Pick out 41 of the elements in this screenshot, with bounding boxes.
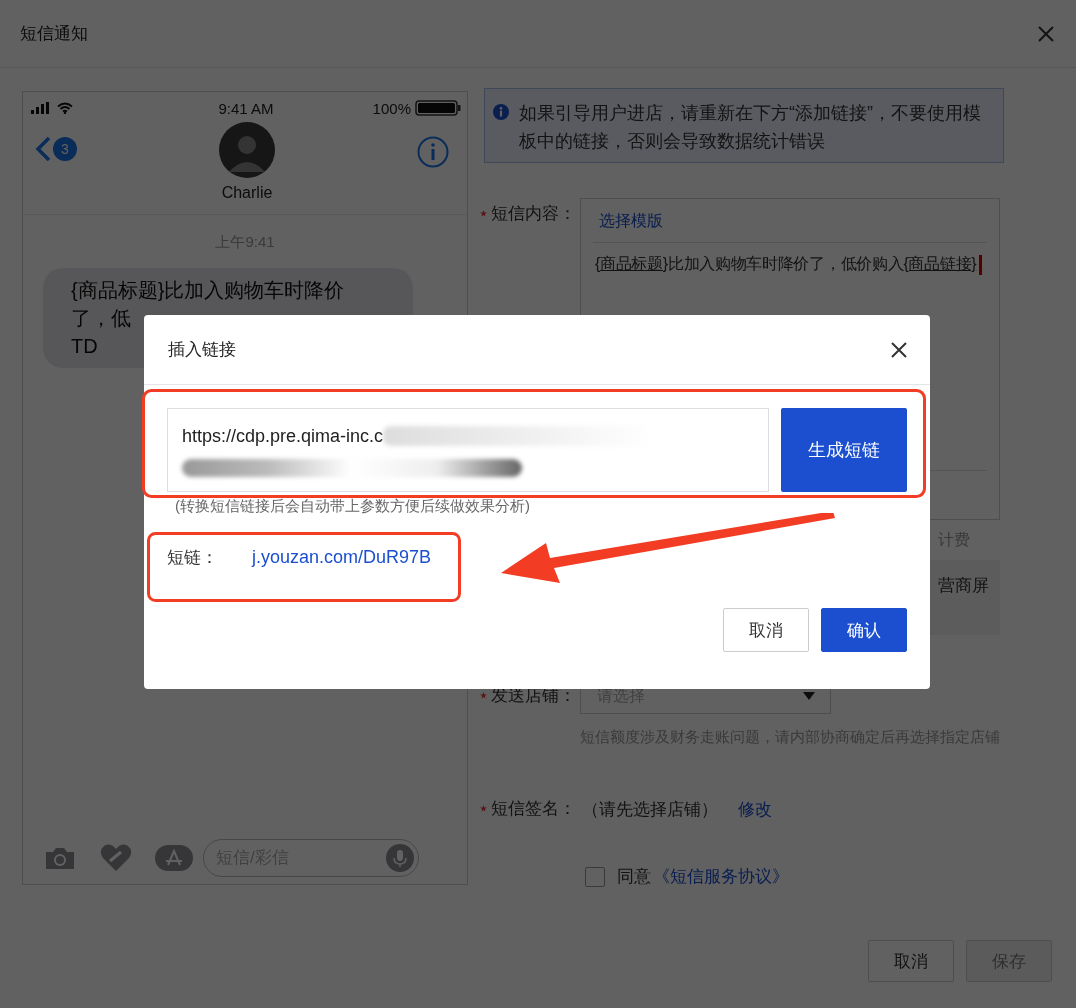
back-icon[interactable] bbox=[35, 136, 51, 162]
info-icon[interactable] bbox=[417, 136, 449, 168]
agreement-link[interactable]: 《短信服务协议》 bbox=[653, 865, 789, 888]
checkbox[interactable] bbox=[585, 866, 605, 887]
status-time: 9:41 AM bbox=[218, 99, 274, 117]
url-field[interactable]: https://cdp.pre.qima-inc.c bbox=[167, 408, 769, 492]
field-label: 短链： bbox=[167, 547, 218, 569]
agreement-label: 同意 bbox=[617, 866, 651, 888]
generate-button[interactable]: 生成短链 bbox=[781, 408, 907, 492]
message-text: {商品标题}比加入购物车时降价了，低价购入{商品链接} bbox=[593, 243, 987, 278]
notice-text: 如果引导用户进店，请重新在下方“添加链接”，不要使用模板中的链接，否则会导致数据统计错误 bbox=[519, 102, 982, 153]
template-link[interactable]: 选择模版 bbox=[593, 199, 987, 243]
field-label: 短信签名： bbox=[491, 798, 576, 820]
unread-count: 3 bbox=[53, 137, 77, 161]
info-icon bbox=[493, 104, 509, 120]
camera-icon[interactable] bbox=[43, 845, 77, 871]
message-line: 了，低 bbox=[71, 306, 131, 331]
contact-name: Charlie bbox=[221, 184, 273, 202]
caret-icon bbox=[803, 692, 815, 700]
battery-icon bbox=[415, 100, 461, 116]
edit-link[interactable]: 修改 bbox=[738, 797, 772, 821]
signal-icon bbox=[31, 102, 51, 114]
confirm-button[interactable]: 确认 bbox=[821, 608, 907, 652]
cancel-button[interactable]: 取消 bbox=[868, 940, 954, 982]
wifi-icon bbox=[57, 102, 73, 114]
card-text: 营商屏 bbox=[938, 576, 989, 595]
hint-text: (转换短信链接后会自动带上参数方便后续做效果分析) bbox=[175, 497, 531, 516]
heart-icon[interactable] bbox=[99, 843, 133, 873]
app-store-icon[interactable] bbox=[155, 845, 193, 871]
dialog-title: 短信通知 bbox=[20, 23, 88, 45]
cancel-button[interactable]: 取消 bbox=[723, 608, 809, 652]
close-icon[interactable] bbox=[890, 340, 908, 359]
message-line: {商品标题}比加入购物车时降价 bbox=[71, 278, 345, 303]
dialog-title: 插入链接 bbox=[168, 339, 236, 361]
field-label: 短信内容： bbox=[491, 203, 576, 225]
battery-percent: 100% bbox=[372, 99, 411, 117]
signature-value: （请先选择店铺） bbox=[582, 798, 718, 821]
avatar bbox=[219, 122, 275, 178]
short-link[interactable]: j.youzan.com/DuR97B bbox=[252, 547, 432, 568]
microphone-icon[interactable] bbox=[386, 844, 414, 872]
message-line: TD bbox=[71, 334, 98, 359]
